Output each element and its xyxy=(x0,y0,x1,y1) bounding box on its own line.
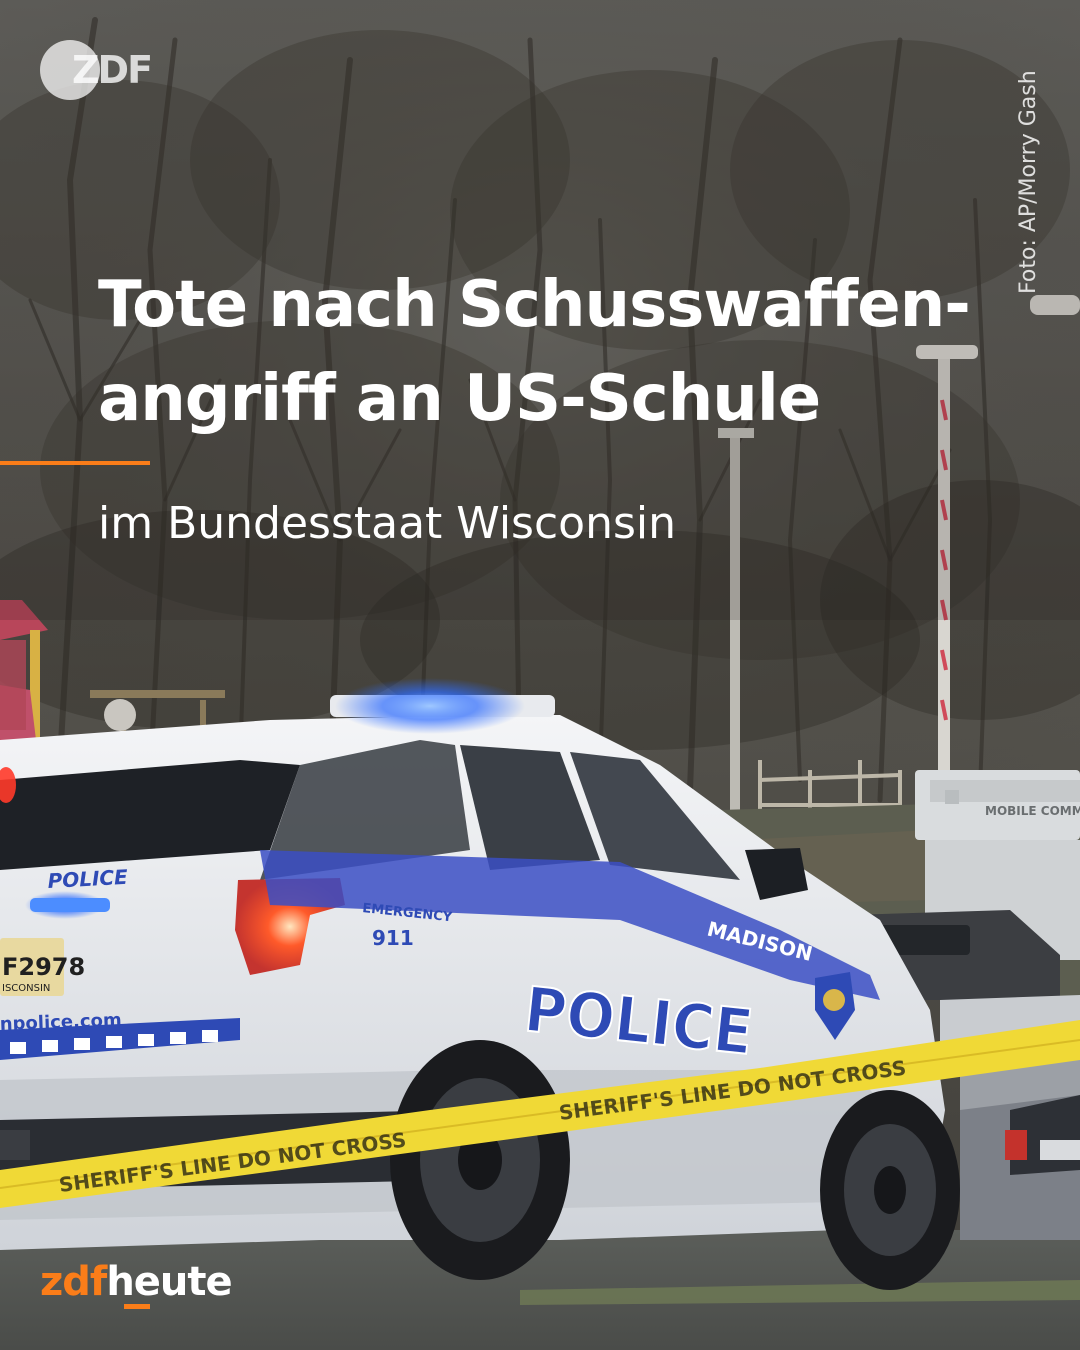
brand-underline xyxy=(124,1304,150,1309)
rear-police-label: POLICE xyxy=(47,865,129,893)
photo-credit: Foto: AP/Morry Gash xyxy=(1016,70,1041,294)
headline: Tote nach Schusswaffen- angriff an US-Sc… xyxy=(98,258,1038,446)
headline-line-1: Tote nach Schusswaffen- xyxy=(98,268,971,342)
zdfheute-logo: zdfheute xyxy=(40,1258,233,1318)
news-photo: MOBILE COMMAND xyxy=(0,0,1080,1350)
brand-heute: heute xyxy=(106,1259,232,1305)
trailer-text: MOBILE COMMAND xyxy=(985,804,1080,818)
website-label: npolice.com xyxy=(0,1010,122,1035)
license-plate: F2978 xyxy=(2,953,85,981)
brand-zdf: zdf xyxy=(40,1259,107,1305)
zdf-logo: ZDF xyxy=(72,48,153,92)
subline: im Bundesstaat Wisconsin xyxy=(98,498,677,549)
headline-line-2: angriff an US-Schule xyxy=(98,362,821,436)
emergency-number: 911 xyxy=(372,926,414,950)
accent-rule xyxy=(0,461,150,465)
plate-state: ISCONSIN xyxy=(2,983,50,994)
